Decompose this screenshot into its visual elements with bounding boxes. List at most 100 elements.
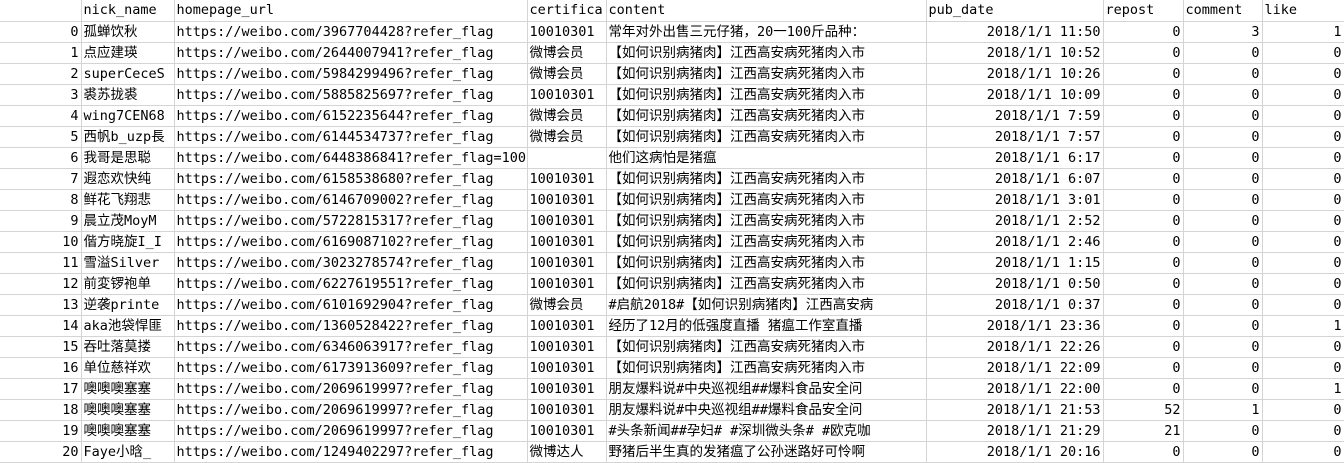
cell-repost[interactable]: 0	[1103, 294, 1184, 316]
cell-homepage-url[interactable]: https://weibo.com/6448386841?refer_flag=…	[174, 147, 528, 169]
cell-index[interactable]: 12	[0, 273, 82, 295]
cell-comment[interactable]: 0	[1183, 273, 1263, 295]
cell-repost[interactable]: 0	[1103, 126, 1184, 148]
cell-index[interactable]: 4	[0, 105, 82, 127]
cell-repost[interactable]: 0	[1103, 210, 1184, 232]
cell-comment[interactable]: 0	[1183, 42, 1263, 64]
cell-homepage-url[interactable]: https://weibo.com/6346063917?refer_flag	[174, 336, 528, 358]
cell-homepage-url[interactable]: https://weibo.com/5885825697?refer_flag	[174, 84, 528, 106]
cell-content[interactable]: 【如何识别病猪肉】江西高安病死猪肉入市	[606, 84, 927, 106]
header-cell-index[interactable]	[0, 0, 82, 22]
cell-comment[interactable]: 0	[1183, 84, 1263, 106]
cell-nick-name[interactable]: 点应建瑛	[81, 42, 175, 64]
cell-homepage-url[interactable]: https://weibo.com/6169087102?refer_flag	[174, 231, 528, 253]
cell-certification[interactable]: 微博会员	[527, 105, 607, 127]
cell-pub-date[interactable]: 2018/1/1 7:57	[926, 126, 1104, 148]
cell-content[interactable]: #启航2018#【如何识别病猪肉】江西高安病	[606, 294, 927, 316]
cell-certification[interactable]: 10010301	[527, 336, 607, 358]
cell-nick-name[interactable]: 孤蝉饮秋	[81, 21, 175, 43]
cell-content[interactable]: 【如何识别病猪肉】江西高安病死猪肉入市	[606, 189, 927, 211]
cell-index[interactable]: 7	[0, 168, 82, 190]
cell-pub-date[interactable]: 2018/1/1 10:26	[926, 63, 1104, 85]
cell-nick-name[interactable]: 我哥是思聪	[81, 147, 175, 169]
cell-index[interactable]: 18	[0, 399, 82, 421]
cell-comment[interactable]: 0	[1183, 168, 1263, 190]
cell-nick-name[interactable]: 遐恋欢快纯	[81, 168, 175, 190]
cell-homepage-url[interactable]: https://weibo.com/3023278574?refer_flag	[174, 252, 528, 274]
cell-homepage-url[interactable]: https://weibo.com/2069619997?refer_flag	[174, 420, 528, 442]
cell-nick-name[interactable]: 鲜花飞翔悲	[81, 189, 175, 211]
cell-certification[interactable]: 微博会员	[527, 63, 607, 85]
cell-content[interactable]: 【如何识别病猪肉】江西高安病死猪肉入市	[606, 210, 927, 232]
cell-repost[interactable]: 0	[1103, 63, 1184, 85]
cell-like[interactable]: 0	[1262, 42, 1344, 64]
cell-comment[interactable]: 0	[1183, 357, 1263, 379]
cell-repost[interactable]: 0	[1103, 273, 1184, 295]
cell-nick-name[interactable]: superCeceS	[81, 63, 175, 85]
cell-index[interactable]: 10	[0, 231, 82, 253]
cell-like[interactable]: 0	[1262, 294, 1344, 316]
cell-like[interactable]: 0	[1262, 63, 1344, 85]
cell-pub-date[interactable]: 2018/1/1 23:36	[926, 315, 1104, 337]
cell-homepage-url[interactable]: https://weibo.com/6144534737?refer_flag	[174, 126, 528, 148]
cell-repost[interactable]: 0	[1103, 231, 1184, 253]
cell-index[interactable]: 2	[0, 63, 82, 85]
cell-index[interactable]: 0	[0, 21, 82, 43]
cell-repost[interactable]: 0	[1103, 315, 1184, 337]
cell-homepage-url[interactable]: https://weibo.com/6101692904?refer_flag	[174, 294, 528, 316]
cell-content[interactable]: 野猪后半生真的发猪瘟了公孙迷路好可怜啊	[606, 441, 927, 463]
cell-nick-name[interactable]: aka池袋悍匪	[81, 315, 175, 337]
cell-certification[interactable]: 10010301	[527, 231, 607, 253]
cell-comment[interactable]: 0	[1183, 294, 1263, 316]
cell-like[interactable]: 0	[1262, 252, 1344, 274]
cell-comment[interactable]: 0	[1183, 315, 1263, 337]
cell-repost[interactable]: 0	[1103, 84, 1184, 106]
cell-nick-name[interactable]: 逆袭printe	[81, 294, 175, 316]
cell-like[interactable]: 1	[1262, 21, 1344, 43]
cell-pub-date[interactable]: 2018/1/1 0:37	[926, 294, 1104, 316]
cell-homepage-url[interactable]: https://weibo.com/3967704428?refer_flag	[174, 21, 528, 43]
cell-content[interactable]: 【如何识别病猪肉】江西高安病死猪肉入市	[606, 231, 927, 253]
cell-pub-date[interactable]: 2018/1/1 6:17	[926, 147, 1104, 169]
header-cell-like[interactable]: like	[1262, 0, 1344, 22]
cell-pub-date[interactable]: 2018/1/1 22:00	[926, 378, 1104, 400]
header-cell-comment[interactable]: comment	[1183, 0, 1263, 22]
cell-comment[interactable]: 0	[1183, 441, 1263, 463]
cell-repost[interactable]: 0	[1103, 42, 1184, 64]
header-cell-homepage-url[interactable]: homepage_url	[174, 0, 528, 22]
cell-pub-date[interactable]: 2018/1/1 22:26	[926, 336, 1104, 358]
cell-nick-name[interactable]: 裘苏拢裘	[81, 84, 175, 106]
cell-certification[interactable]: 10010301	[527, 210, 607, 232]
cell-homepage-url[interactable]: https://weibo.com/5722815317?refer_flag	[174, 210, 528, 232]
cell-content[interactable]: 【如何识别病猪肉】江西高安病死猪肉入市	[606, 273, 927, 295]
cell-like[interactable]: 0	[1262, 336, 1344, 358]
cell-nick-name[interactable]: 噢噢噢塞塞	[81, 378, 175, 400]
cell-index[interactable]: 15	[0, 336, 82, 358]
cell-pub-date[interactable]: 2018/1/1 11:50	[926, 21, 1104, 43]
cell-like[interactable]: 0	[1262, 147, 1344, 169]
cell-homepage-url[interactable]: https://weibo.com/6146709002?refer_flag	[174, 189, 528, 211]
cell-content[interactable]: 【如何识别病猪肉】江西高安病死猪肉入市	[606, 336, 927, 358]
cell-homepage-url[interactable]: https://weibo.com/2069619997?refer_flag	[174, 378, 528, 400]
cell-nick-name[interactable]: 噢噢噢塞塞	[81, 420, 175, 442]
cell-nick-name[interactable]: 吞吐落莫搂	[81, 336, 175, 358]
cell-pub-date[interactable]: 2018/1/1 2:46	[926, 231, 1104, 253]
cell-like[interactable]: 0	[1262, 105, 1344, 127]
cell-index[interactable]: 17	[0, 378, 82, 400]
header-cell-certification[interactable]: certifica	[527, 0, 607, 22]
cell-certification[interactable]: 10010301	[527, 357, 607, 379]
cell-like[interactable]: 0	[1262, 357, 1344, 379]
cell-certification[interactable]: 10010301	[527, 315, 607, 337]
cell-index[interactable]: 16	[0, 357, 82, 379]
cell-homepage-url[interactable]: https://weibo.com/1249402297?refer_flag	[174, 441, 528, 463]
cell-like[interactable]: 0	[1262, 84, 1344, 106]
header-cell-content[interactable]: content	[606, 0, 927, 22]
cell-index[interactable]: 6	[0, 147, 82, 169]
cell-index[interactable]: 13	[0, 294, 82, 316]
cell-pub-date[interactable]: 2018/1/1 2:52	[926, 210, 1104, 232]
cell-nick-name[interactable]: 单位慈祥欢	[81, 357, 175, 379]
cell-pub-date[interactable]: 2018/1/1 21:53	[926, 399, 1104, 421]
header-cell-nick-name[interactable]: nick_name	[81, 0, 175, 22]
cell-repost[interactable]: 0	[1103, 168, 1184, 190]
cell-index[interactable]: 20	[0, 441, 82, 463]
